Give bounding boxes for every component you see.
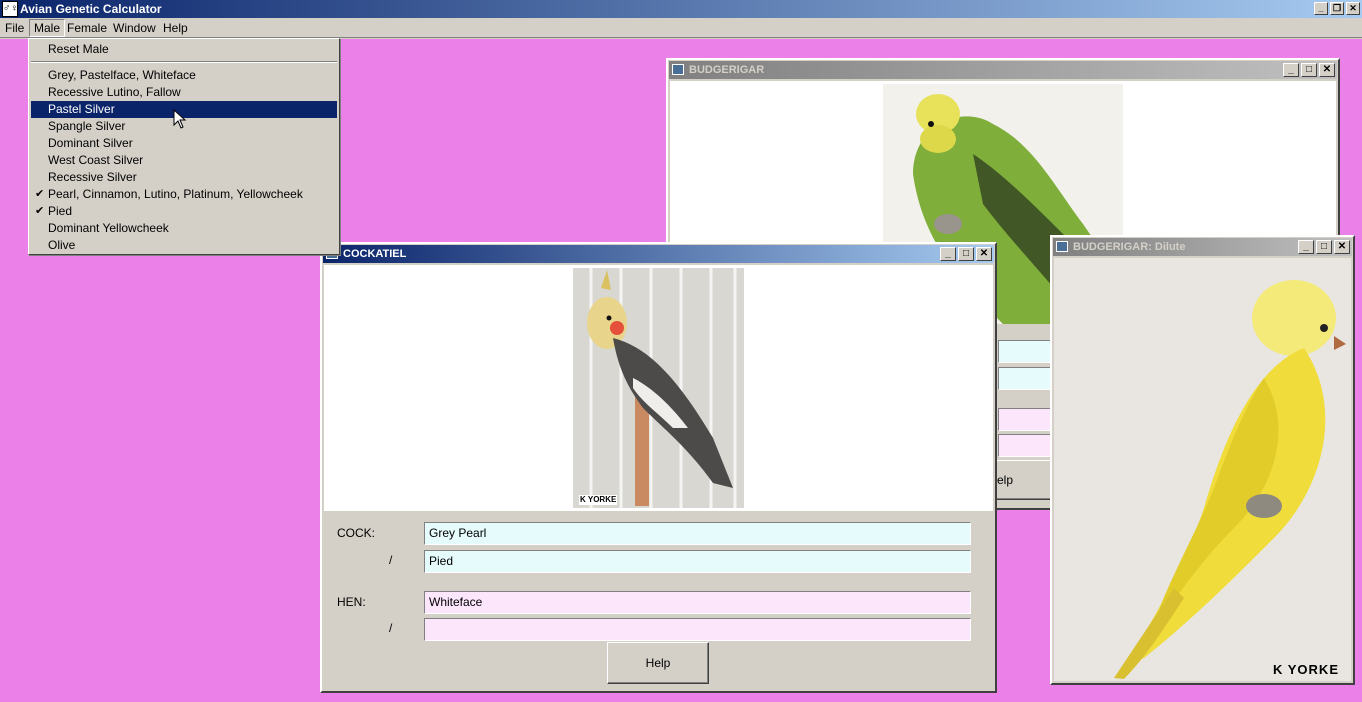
cock-slash: / <box>389 553 393 567</box>
cockatiel-title: COCKATIEL <box>343 248 407 260</box>
menu-male[interactable]: Male <box>29 19 66 37</box>
cock-field-2[interactable]: Pied <box>424 550 971 573</box>
menu-item-dominant-silver[interactable]: Dominant Silver <box>31 135 337 152</box>
budgerigar-dilute-window[interactable]: BUDGERIGAR: Dilute _ □ ✕ K YORKE <box>1050 235 1355 685</box>
cock-label: COCK: <box>337 526 376 540</box>
budgerigar-dilute-photo: K YORKE <box>1054 258 1351 681</box>
menu-item-west-coast-silver[interactable]: West Coast Silver <box>31 152 337 169</box>
menu-item-recessive-lutino[interactable]: Recessive Lutino, Fallow <box>31 84 337 101</box>
menu-item-label: Olive <box>48 238 76 252</box>
cockatiel-window[interactable]: COCKATIEL _ □ ✕ K YORKE COCK: Grey Pearl… <box>320 242 997 693</box>
budgerigar-hen-field-2[interactable] <box>998 434 1051 457</box>
menu-female[interactable]: Female <box>63 19 111 37</box>
menu-item-recessive-silver[interactable]: Recessive Silver <box>31 169 337 186</box>
hen-slash: / <box>389 621 393 635</box>
close-button[interactable]: ✕ <box>1334 240 1350 254</box>
checkmark-icon: ✔ <box>35 205 45 217</box>
window-icon <box>1056 241 1068 252</box>
budgerigar-hen-field-1[interactable] <box>998 408 1051 431</box>
budgerigar-cock-field-2[interactable] <box>998 367 1051 390</box>
menu-item-label: Pied <box>48 204 73 218</box>
cockatiel-photo: K YORKE <box>573 268 744 508</box>
menu-item-dominant-yellowcheek[interactable]: Dominant Yellowcheek <box>31 220 337 237</box>
cockatiel-photo-credit: K YORKE <box>579 495 618 505</box>
menu-item-label: Spangle Silver <box>48 119 126 133</box>
menu-bar: File Male Female Window Help <box>0 18 1362 38</box>
maximize-button[interactable]: □ <box>1301 63 1317 77</box>
hen-field-1[interactable]: Whiteface <box>424 591 971 614</box>
menu-file[interactable]: File <box>1 19 28 37</box>
budgerigar-help-label: elp <box>997 473 1014 487</box>
help-button[interactable]: Help <box>607 642 709 684</box>
mdi-restore-button[interactable]: ❐ <box>1330 2 1344 15</box>
cock-field-1[interactable]: Grey Pearl <box>424 522 971 545</box>
menu-item-grey[interactable]: Grey, Pastelface, Whiteface <box>31 67 337 84</box>
maximize-button[interactable]: □ <box>958 247 974 261</box>
budgerigar-dilute-title: BUDGERIGAR: Dilute <box>1073 241 1186 253</box>
menu-item-label: Pastel Silver <box>48 102 115 116</box>
hen-label: HEN: <box>337 595 366 609</box>
minimize-button[interactable]: _ <box>1283 63 1299 77</box>
mdi-minimize-button[interactable]: _ <box>1314 2 1328 15</box>
close-button[interactable]: ✕ <box>976 247 992 261</box>
menu-item-label: Grey, Pastelface, Whiteface <box>48 68 196 82</box>
budgerigar-dilute-photo-credit: K YORKE <box>1273 662 1339 677</box>
menu-item-reset-male[interactable]: Reset Male <box>31 41 337 58</box>
menu-item-pearl-cinnamon[interactable]: ✔ Pearl, Cinnamon, Lutino, Platinum, Yel… <box>31 186 337 203</box>
budgerigar-title-bar[interactable]: BUDGERIGAR _ □ ✕ <box>669 61 1337 79</box>
menu-item-label: Recessive Silver <box>48 170 137 184</box>
menu-window[interactable]: Window <box>109 19 160 37</box>
menu-item-label: Pearl, Cinnamon, Lutino, Platinum, Yello… <box>48 187 303 201</box>
minimize-button[interactable]: _ <box>940 247 956 261</box>
checkmark-icon: ✔ <box>35 188 45 200</box>
menu-item-label: Recessive Lutino, Fallow <box>48 85 181 99</box>
menu-item-label: West Coast Silver <box>48 153 144 167</box>
menu-item-pied[interactable]: ✔ Pied <box>31 203 337 220</box>
app-icon[interactable]: ♂♀ <box>2 1 18 17</box>
cockatiel-title-bar[interactable]: COCKATIEL _ □ ✕ <box>323 245 994 263</box>
budgerigar-dilute-title-bar[interactable]: BUDGERIGAR: Dilute _ □ ✕ <box>1053 238 1352 256</box>
menu-help[interactable]: Help <box>159 19 192 37</box>
menu-separator <box>31 61 337 63</box>
male-menu-dropdown: Reset Male Grey, Pastelface, Whiteface R… <box>28 38 340 255</box>
budgerigar-cock-field-1[interactable] <box>998 340 1051 363</box>
window-icon <box>672 64 684 75</box>
menu-item-olive[interactable]: Olive <box>31 237 337 254</box>
close-button[interactable]: ✕ <box>1319 63 1335 77</box>
hen-field-2[interactable] <box>424 618 971 641</box>
help-button-label: Help <box>645 656 671 670</box>
maximize-button[interactable]: □ <box>1316 240 1332 254</box>
app-title-bar: ♂♀ Avian Genetic Calculator _ ❐ ✕ <box>0 0 1362 18</box>
menu-item-label: Reset Male <box>48 42 109 56</box>
mdi-close-button[interactable]: ✕ <box>1346 2 1360 15</box>
app-title: Avian Genetic Calculator <box>20 2 162 16</box>
mouse-cursor-icon <box>173 109 187 129</box>
menu-item-label: Dominant Silver <box>48 136 133 150</box>
budgerigar-help-button[interactable]: elp <box>990 460 1052 500</box>
menu-item-label: Dominant Yellowcheek <box>48 221 169 235</box>
minimize-button[interactable]: _ <box>1298 240 1314 254</box>
budgerigar-title: BUDGERIGAR <box>689 64 765 76</box>
